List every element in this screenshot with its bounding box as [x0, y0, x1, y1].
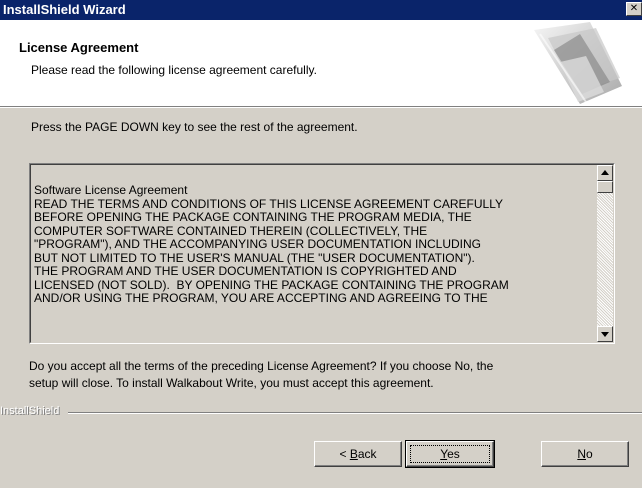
license-line: "PROGRAM"), AND THE ACCOMPANYING USER DO…	[34, 237, 481, 251]
accept-question: Do you accept all the terms of the prece…	[29, 358, 619, 392]
license-line: AND/OR USING THE PROGRAM, YOU ARE ACCEPT…	[34, 291, 488, 305]
no-button-mnemonic: N	[577, 447, 586, 461]
license-text[interactable]: Software License Agreement READ THE TERMS…	[34, 184, 589, 339]
back-button-prefix: <	[339, 447, 350, 461]
accept-question-line: Do you accept all the terms of the prece…	[29, 359, 494, 373]
no-button-rest: o	[585, 447, 593, 461]
back-button-rest: ack	[357, 447, 377, 461]
title-bar: InstallShield Wizard ✕	[0, 0, 642, 20]
yes-button[interactable]: Yes	[405, 440, 495, 468]
license-line: READ THE TERMS AND CONDITIONS OF THIS LI…	[34, 196, 503, 211]
scroll-thumb[interactable]	[597, 181, 613, 193]
close-button[interactable]: ✕	[626, 2, 642, 16]
scroll-up-button[interactable]	[597, 165, 613, 181]
installshield-pages-graphic-icon	[534, 22, 622, 104]
installshield-brand-label: InstallShield	[0, 405, 60, 417]
window-title: InstallShield Wizard	[3, 2, 126, 17]
yes-button-rest: es	[447, 447, 460, 461]
back-button[interactable]: < Back	[314, 441, 402, 467]
scroll-down-button[interactable]	[597, 326, 613, 342]
license-line: Software License Agreement	[34, 184, 188, 197]
page-title: License Agreement	[19, 40, 139, 55]
no-button[interactable]: No	[541, 441, 629, 467]
brand-divider	[68, 412, 642, 414]
license-line: LICENSED (NOT SOLD). BY OPENING THE PACK…	[34, 277, 509, 292]
back-button-mnemonic: B	[349, 447, 358, 461]
close-icon: ✕	[629, 3, 639, 14]
arrow-up-icon	[601, 170, 609, 175]
license-line: BUT NOT LIMITED TO THE USER'S MANUAL (TH…	[34, 250, 475, 265]
vertical-scrollbar[interactable]	[597, 165, 613, 342]
header-divider	[0, 106, 642, 108]
accept-question-line: setup will close. To install Walkabout W…	[29, 376, 434, 390]
arrow-down-icon	[601, 332, 609, 337]
license-line: BEFORE OPENING THE PACKAGE CONTAINING TH…	[34, 210, 472, 224]
license-line: THE PROGRAM AND THE USER DOCUMENTATION I…	[34, 264, 457, 278]
license-textbox[interactable]: Software License Agreement READ THE TERMS…	[29, 163, 615, 344]
license-line: COMPUTER SOFTWARE CONTAINED THEREIN (COL…	[34, 223, 428, 238]
page-subtitle: Please read the following license agreem…	[31, 63, 317, 77]
instruction-text: Press the PAGE DOWN key to see the rest …	[31, 120, 358, 134]
wizard-header: License Agreement Please read the follow…	[0, 20, 642, 106]
